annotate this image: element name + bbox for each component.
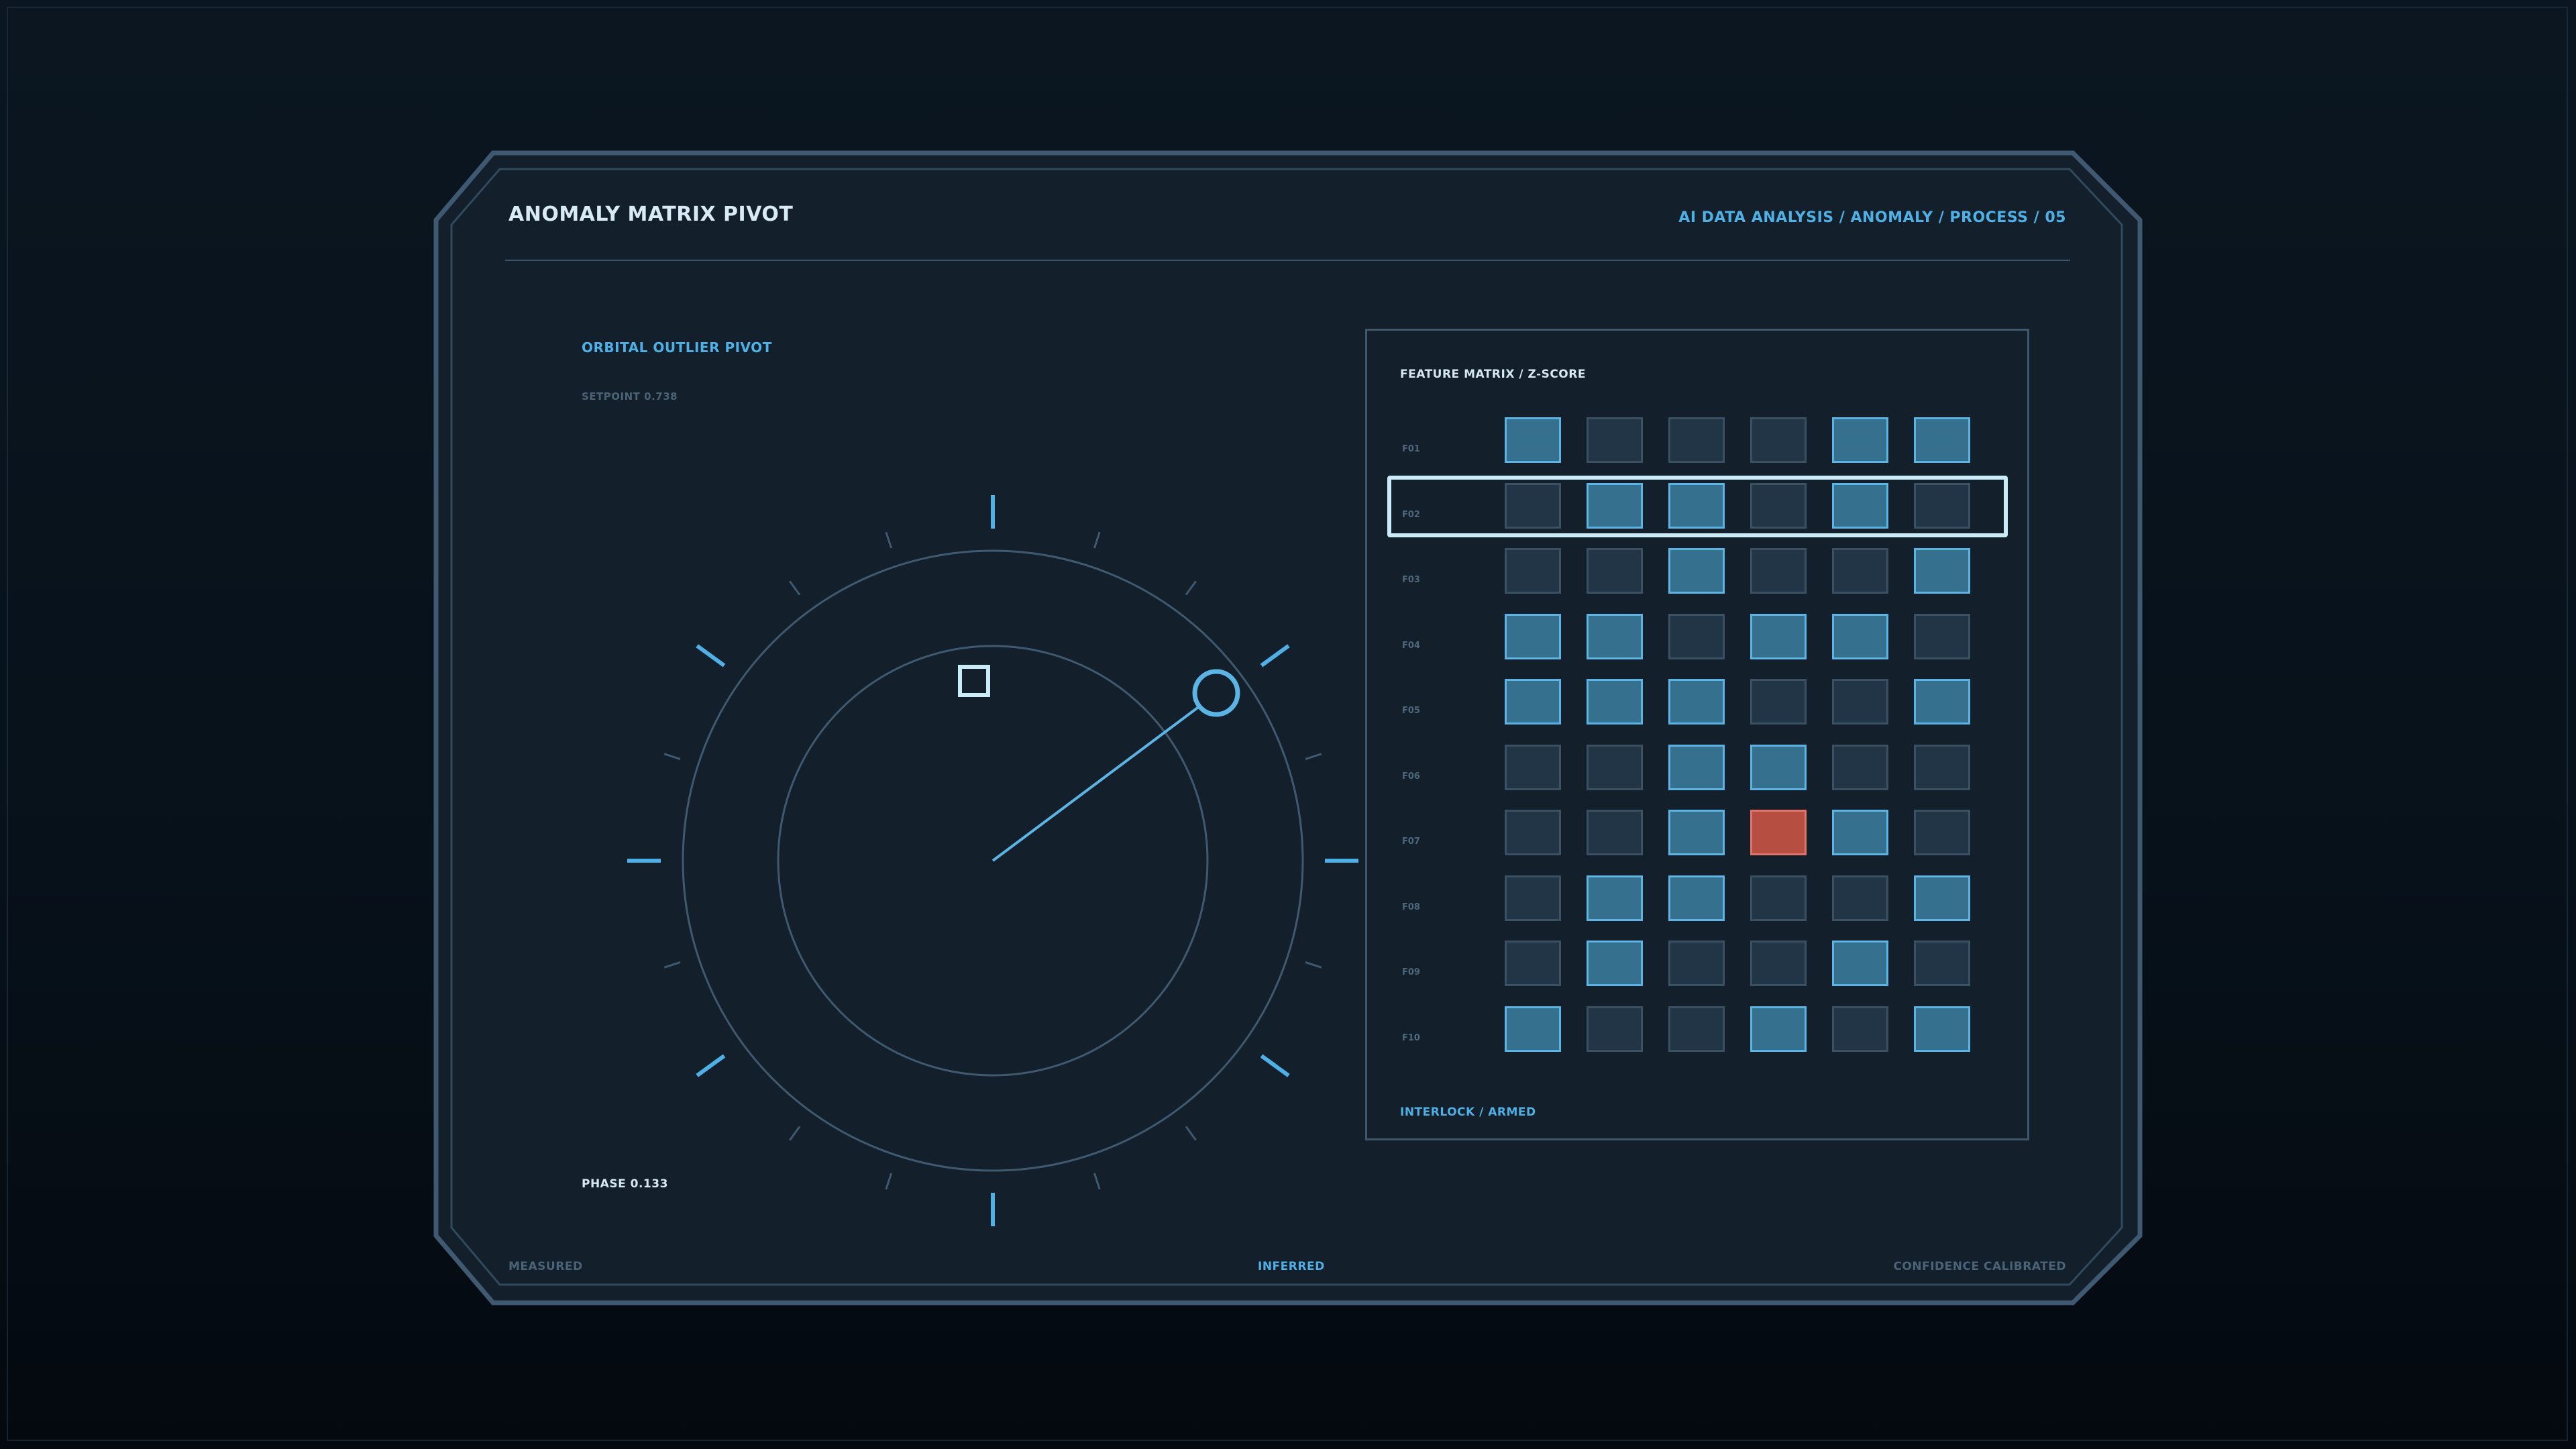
matrix-cell[interactable] [1505, 941, 1561, 986]
matrix-cell[interactable] [1505, 1006, 1561, 1052]
matrix-cell[interactable] [1668, 417, 1725, 463]
row-label-f10: F10 [1402, 1032, 1420, 1043]
matrix-cell[interactable] [1914, 941, 1970, 986]
page-title: ANOMALY MATRIX PIVOT [508, 203, 794, 226]
matrix-cell[interactable] [1668, 679, 1725, 724]
matrix-cell[interactable] [1914, 744, 1970, 790]
matrix-cell[interactable] [1750, 875, 1807, 921]
matrix-cell[interactable] [1914, 548, 1970, 594]
matrix-cell[interactable] [1914, 417, 1970, 463]
phase-readout: PHASE 0.133 [582, 1177, 668, 1191]
matrix-cell[interactable] [1587, 417, 1643, 463]
interlock-status: INTERLOCK / ARMED [1400, 1106, 1536, 1119]
setpoint-readout: SETPOINT 0.738 [582, 390, 678, 402]
matrix-cell[interactable] [1750, 417, 1807, 463]
matrix-cell[interactable] [1587, 810, 1643, 855]
matrix-cell[interactable] [1832, 679, 1888, 724]
matrix-cell[interactable] [1505, 548, 1561, 594]
row-label-f08: F08 [1402, 902, 1420, 912]
matrix-cell[interactable] [1750, 679, 1807, 724]
matrix-cell[interactable] [1914, 1006, 1970, 1052]
footer-inferred: INFERRED [1258, 1260, 1325, 1273]
anomaly-cell[interactable] [1750, 810, 1807, 855]
matrix-cell[interactable] [1505, 679, 1561, 724]
matrix-cell[interactable] [1668, 810, 1725, 855]
matrix-cell[interactable] [1832, 941, 1888, 986]
matrix-cell[interactable] [1668, 875, 1725, 921]
matrix-cell[interactable] [1668, 548, 1725, 594]
matrix-cell[interactable] [1505, 810, 1561, 855]
breadcrumb[interactable]: AI DATA ANALYSIS / ANOMALY / PROCESS / 0… [1678, 209, 2066, 226]
matrix-cell[interactable] [1750, 744, 1807, 790]
footer-measured: MEASURED [508, 1260, 583, 1273]
footer-confidence: CONFIDENCE CALIBRATED [1893, 1260, 2066, 1273]
matrix-cell[interactable] [1587, 548, 1643, 594]
matrix-cell[interactable] [1668, 744, 1725, 790]
console-panel [433, 150, 2143, 1305]
matrix-cell[interactable] [1587, 941, 1643, 986]
matrix-cell[interactable] [1587, 875, 1643, 921]
matrix-cell[interactable] [1587, 679, 1643, 724]
matrix-cell[interactable] [1505, 744, 1561, 790]
matrix-cell[interactable] [1914, 875, 1970, 921]
row-label-f01: F01 [1402, 444, 1420, 454]
matrix-cell[interactable] [1505, 417, 1561, 463]
row-label-f04: F04 [1402, 640, 1420, 651]
matrix-cell[interactable] [1587, 1006, 1643, 1052]
matrix-cell[interactable] [1668, 1006, 1725, 1052]
matrix-cell[interactable] [1750, 548, 1807, 594]
matrix-cell[interactable] [1914, 679, 1970, 724]
row-label-f09: F09 [1402, 967, 1420, 977]
dial-title: ORBITAL OUTLIER PIVOT [582, 339, 772, 356]
matrix-cell[interactable] [1505, 613, 1561, 659]
matrix-cell[interactable] [1832, 1006, 1888, 1052]
matrix-cell[interactable] [1587, 744, 1643, 790]
matrix-cell[interactable] [1832, 613, 1888, 659]
matrix-title: FEATURE MATRIX / Z-SCORE [1400, 368, 1586, 381]
row-label-f05: F05 [1402, 706, 1420, 716]
matrix-cell[interactable] [1750, 613, 1807, 659]
matrix-cell[interactable] [1668, 613, 1725, 659]
selected-row-highlight[interactable] [1387, 476, 2008, 537]
matrix-cell[interactable] [1505, 875, 1561, 921]
matrix-cell[interactable] [1750, 1006, 1807, 1052]
matrix-cell[interactable] [1832, 417, 1888, 463]
row-label-f07: F07 [1402, 837, 1420, 847]
row-label-f06: F06 [1402, 771, 1420, 782]
matrix-cell[interactable] [1832, 548, 1888, 594]
matrix-cell[interactable] [1832, 810, 1888, 855]
matrix-cell[interactable] [1587, 613, 1643, 659]
outlier-marker[interactable] [1192, 669, 1240, 717]
matrix-cell[interactable] [1750, 941, 1807, 986]
matrix-cell[interactable] [1914, 810, 1970, 855]
matrix-cell[interactable] [1914, 613, 1970, 659]
row-label-f03: F03 [1402, 575, 1420, 585]
header-divider [505, 260, 2070, 261]
matrix-cell[interactable] [1832, 875, 1888, 921]
matrix-cell[interactable] [1668, 941, 1725, 986]
matrix-cell[interactable] [1832, 744, 1888, 790]
